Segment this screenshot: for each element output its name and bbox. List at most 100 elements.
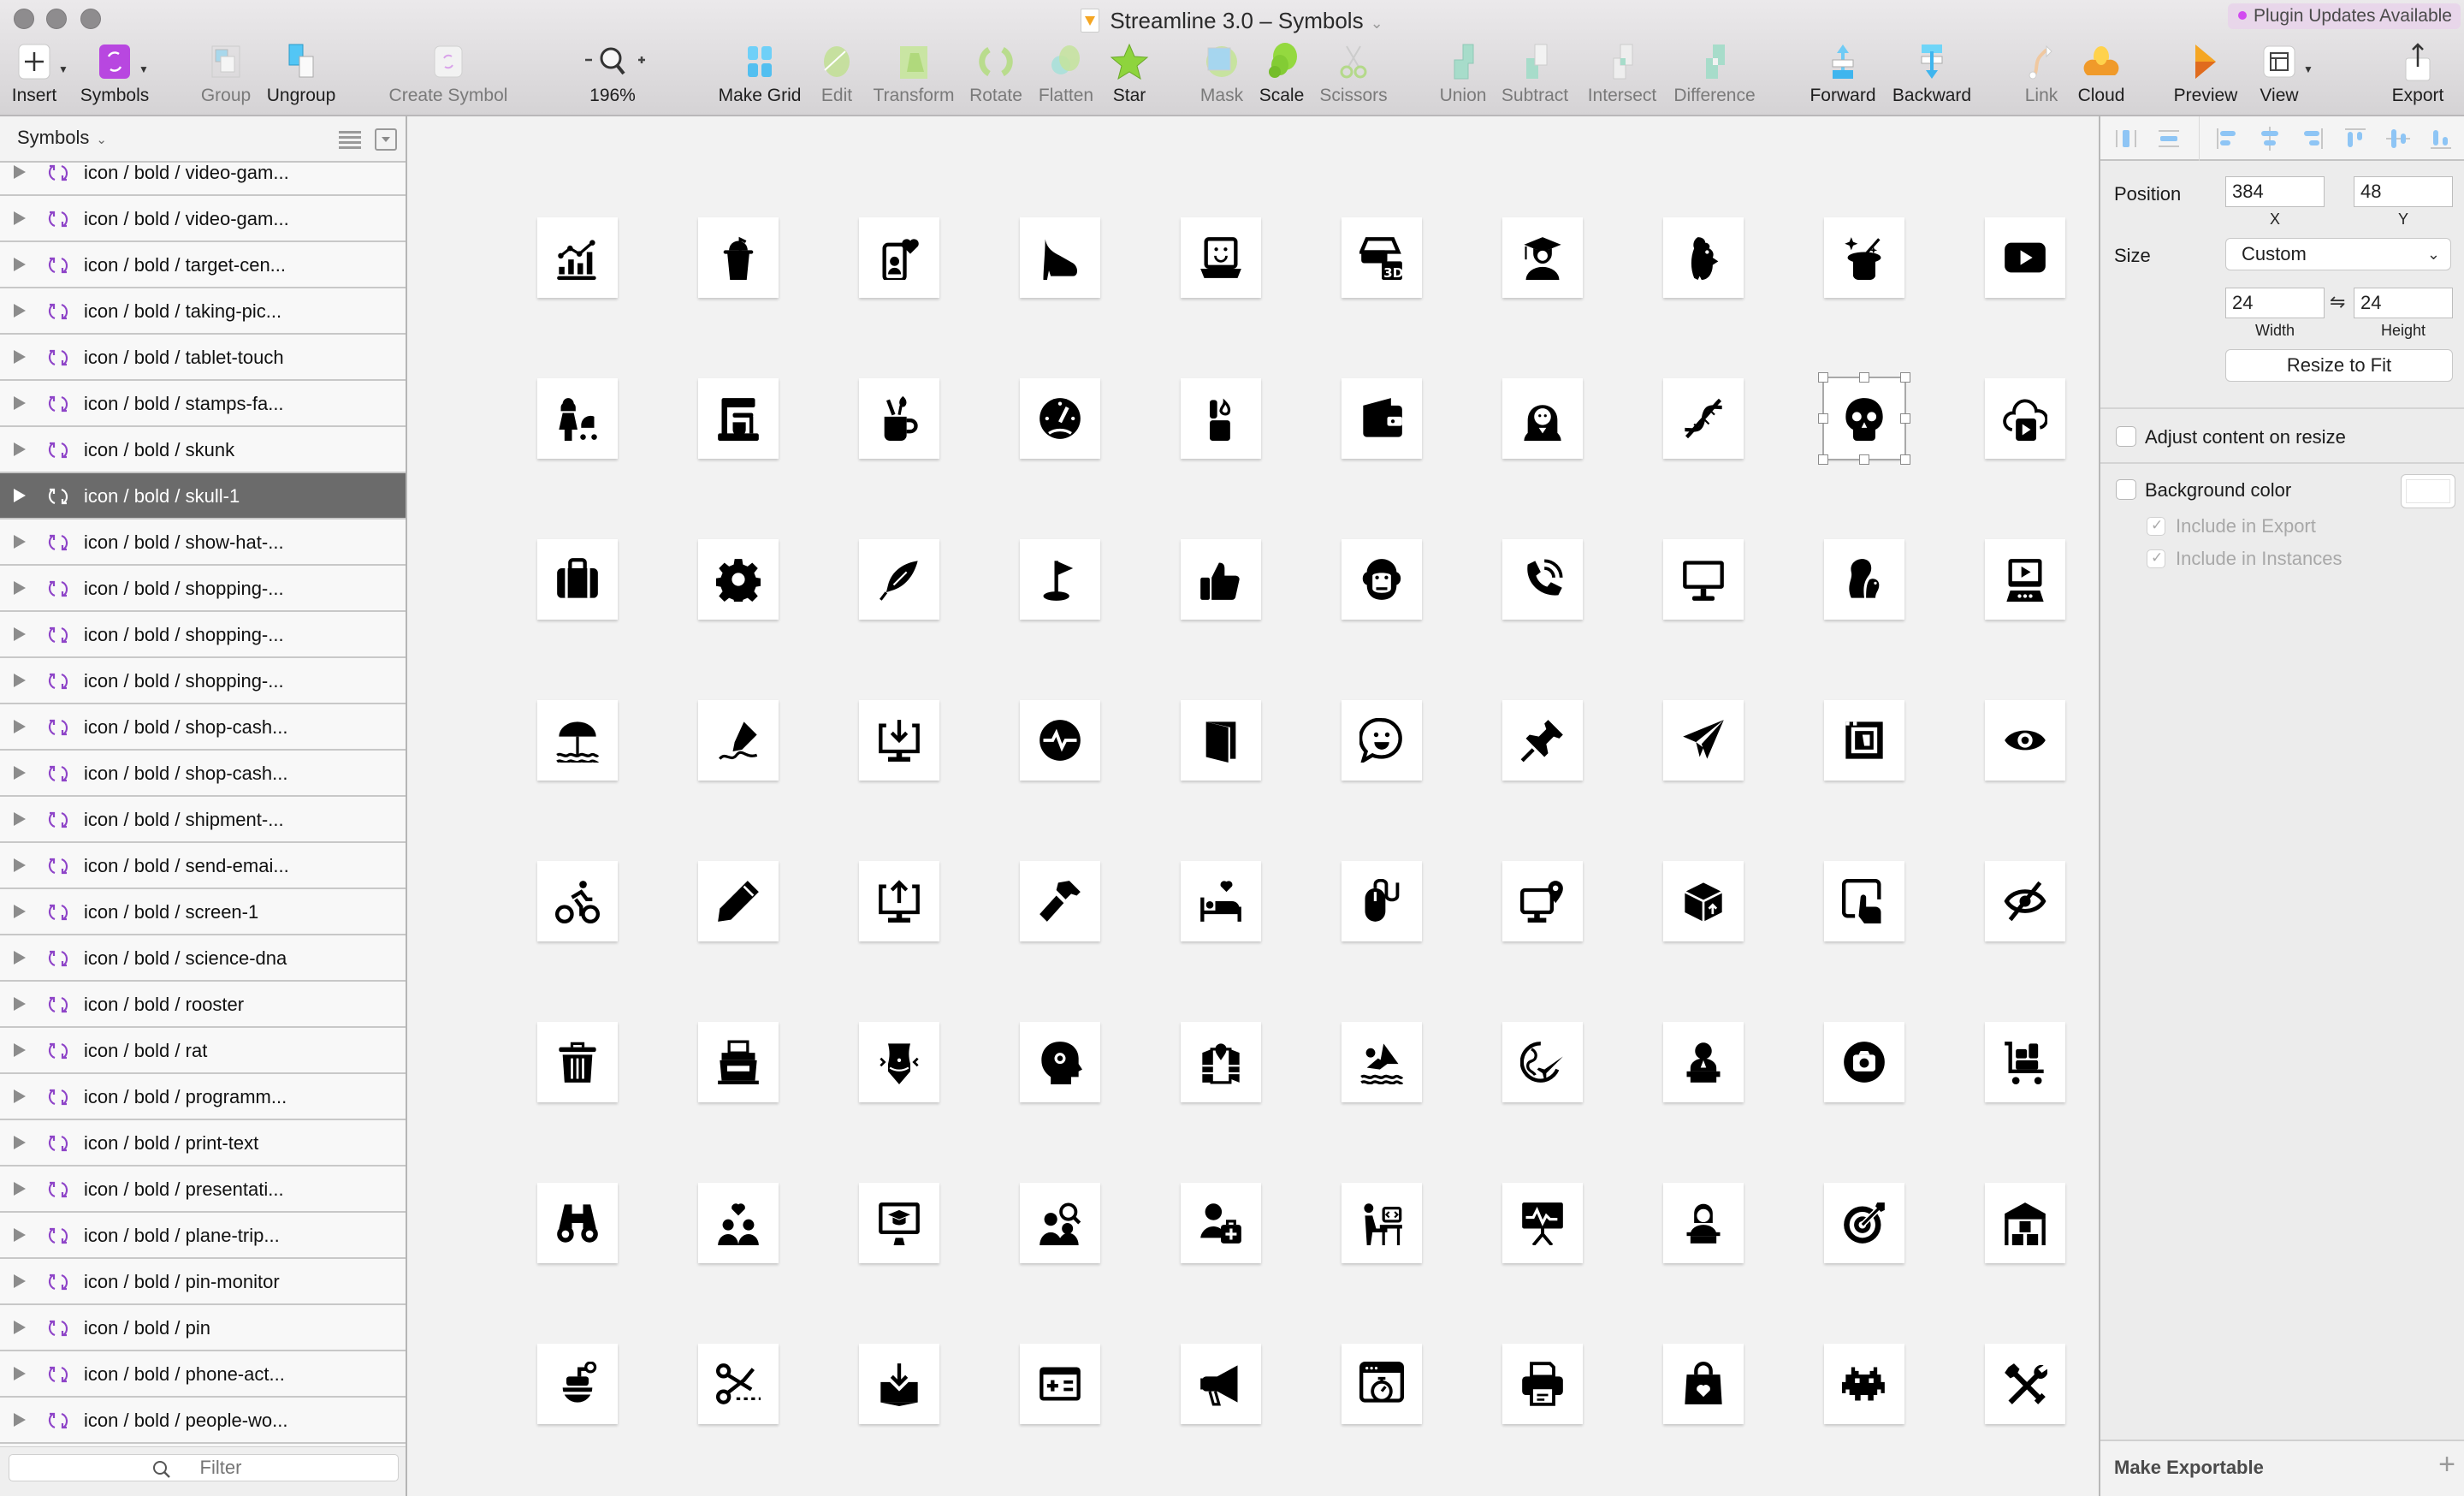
star-button[interactable]: Star bbox=[1087, 38, 1172, 113]
symbol-list-item[interactable]: icon / bold / pin bbox=[0, 1305, 406, 1351]
distribute-vertical-icon[interactable] bbox=[2157, 127, 2181, 151]
symbol-artboard[interactable] bbox=[537, 1022, 618, 1102]
symbol-list-item[interactable]: icon / bold / rat bbox=[0, 1028, 406, 1074]
ungroup-button[interactable]: Ungroup bbox=[258, 38, 344, 113]
symbol-artboard[interactable] bbox=[698, 217, 779, 298]
subtract-button[interactable]: Subtract bbox=[1492, 38, 1578, 113]
symbol-artboard[interactable] bbox=[1181, 1344, 1261, 1424]
symbol-artboard[interactable] bbox=[698, 539, 779, 620]
disclosure-triangle-icon[interactable] bbox=[14, 1182, 26, 1196]
symbol-artboard[interactable] bbox=[1985, 700, 2065, 781]
make-grid-button[interactable]: Make Grid bbox=[717, 38, 803, 113]
symbol-artboard[interactable] bbox=[537, 861, 618, 941]
create-symbol-button[interactable]: Create Symbol bbox=[389, 38, 507, 113]
symbol-artboard[interactable] bbox=[1824, 539, 1904, 620]
filter-input[interactable] bbox=[9, 1454, 399, 1481]
symbol-list-item[interactable]: icon / bold / tablet-touch bbox=[0, 335, 406, 381]
disclosure-triangle-icon[interactable] bbox=[14, 535, 26, 549]
disclosure-triangle-icon[interactable] bbox=[14, 720, 26, 733]
symbol-artboard[interactable] bbox=[1181, 1183, 1261, 1263]
symbol-artboard[interactable] bbox=[1985, 217, 2065, 298]
disclosure-triangle-icon[interactable] bbox=[14, 858, 26, 872]
include-in-instances-checkbox[interactable] bbox=[2147, 549, 2165, 568]
symbol-list-item[interactable]: icon / bold / skull-1 bbox=[0, 473, 406, 519]
lock-proportions-icon[interactable]: ⇋ bbox=[2330, 291, 2345, 313]
align-center-horizontal-icon[interactable] bbox=[2258, 127, 2282, 151]
symbol-list-item[interactable]: icon / bold / video-gam... bbox=[0, 163, 406, 196]
symbol-artboard[interactable] bbox=[1824, 700, 1904, 781]
symbol-artboard[interactable] bbox=[1020, 378, 1100, 459]
disclosure-triangle-icon[interactable] bbox=[14, 396, 26, 410]
symbol-artboard[interactable] bbox=[1342, 1344, 1422, 1424]
position-x-input[interactable] bbox=[2225, 176, 2325, 207]
preview-button[interactable]: Preview bbox=[2163, 38, 2248, 113]
symbol-artboard[interactable] bbox=[1342, 700, 1422, 781]
disclosure-triangle-icon[interactable] bbox=[14, 1413, 26, 1427]
symbol-artboard[interactable] bbox=[1985, 1344, 2065, 1424]
disclosure-triangle-icon[interactable] bbox=[14, 905, 26, 918]
symbol-list-item[interactable]: icon / bold / people-wo... bbox=[0, 1398, 406, 1444]
symbol-artboard[interactable] bbox=[859, 1344, 939, 1424]
align-right-icon[interactable] bbox=[2301, 127, 2325, 151]
symbol-list-item[interactable]: icon / bold / shopping-... bbox=[0, 658, 406, 704]
symbol-artboard[interactable] bbox=[859, 217, 939, 298]
symbol-list-item[interactable]: icon / bold / programm... bbox=[0, 1074, 406, 1120]
symbol-artboard[interactable] bbox=[698, 700, 779, 781]
align-left-icon[interactable] bbox=[2215, 127, 2239, 151]
symbol-artboard[interactable] bbox=[537, 1344, 618, 1424]
symbol-list-item[interactable]: icon / bold / taking-pic... bbox=[0, 288, 406, 335]
align-top-icon[interactable] bbox=[2343, 127, 2367, 151]
transform-button[interactable]: Transform bbox=[871, 38, 957, 113]
symbol-list-item[interactable]: icon / bold / presentati... bbox=[0, 1167, 406, 1213]
disclosure-triangle-icon[interactable] bbox=[14, 1367, 26, 1380]
disclosure-triangle-icon[interactable] bbox=[14, 627, 26, 641]
distribute-horizontal-icon[interactable] bbox=[2114, 127, 2138, 151]
resize-handle[interactable] bbox=[1859, 372, 1869, 383]
resize-handle[interactable] bbox=[1818, 454, 1828, 465]
symbol-artboard[interactable] bbox=[1663, 1183, 1744, 1263]
disclosure-triangle-icon[interactable] bbox=[14, 812, 26, 826]
symbol-artboard[interactable] bbox=[698, 861, 779, 941]
close-window-button[interactable] bbox=[14, 9, 34, 29]
collapse-groups-icon[interactable] bbox=[375, 128, 397, 151]
disclosure-triangle-icon[interactable] bbox=[14, 442, 26, 456]
background-color-swatch[interactable] bbox=[2401, 474, 2455, 508]
disclosure-triangle-icon[interactable] bbox=[14, 489, 26, 502]
resize-handle[interactable] bbox=[1900, 454, 1910, 465]
symbol-list-item[interactable]: icon / bold / shopping-... bbox=[0, 566, 406, 612]
symbol-artboard[interactable] bbox=[537, 700, 618, 781]
disclosure-triangle-icon[interactable] bbox=[14, 674, 26, 687]
symbol-artboard[interactable] bbox=[859, 861, 939, 941]
resize-handle[interactable] bbox=[1900, 413, 1910, 424]
symbol-artboard[interactable] bbox=[1342, 378, 1422, 459]
symbol-artboard[interactable] bbox=[1824, 1344, 1904, 1424]
symbol-artboard[interactable] bbox=[1181, 539, 1261, 620]
zoom-button[interactable]: 196% bbox=[570, 38, 655, 113]
symbol-artboard[interactable] bbox=[859, 1183, 939, 1263]
resize-handle[interactable] bbox=[1818, 413, 1828, 424]
backward-button[interactable]: Backward bbox=[1889, 38, 1975, 113]
position-y-input[interactable] bbox=[2354, 176, 2453, 207]
symbol-list-item[interactable]: icon / bold / plane-trip... bbox=[0, 1213, 406, 1259]
chevron-down-icon[interactable]: ⌄ bbox=[1371, 15, 1383, 32]
symbol-artboard[interactable] bbox=[1663, 861, 1744, 941]
symbol-artboard[interactable] bbox=[859, 700, 939, 781]
scissors-button[interactable]: Scissors bbox=[1311, 38, 1396, 113]
disclosure-triangle-icon[interactable] bbox=[14, 165, 26, 179]
symbol-artboard[interactable] bbox=[1985, 861, 2065, 941]
disclosure-triangle-icon[interactable] bbox=[14, 1043, 26, 1057]
symbol-artboard[interactable] bbox=[1020, 1344, 1100, 1424]
disclosure-triangle-icon[interactable] bbox=[14, 304, 26, 318]
symbol-artboard[interactable] bbox=[1663, 217, 1744, 298]
symbol-artboard[interactable] bbox=[1663, 1022, 1744, 1102]
page-selector[interactable]: Symbols ⌄ bbox=[17, 127, 107, 149]
disclosure-triangle-icon[interactable] bbox=[14, 1321, 26, 1334]
symbol-artboard[interactable] bbox=[1985, 539, 2065, 620]
symbol-artboard[interactable] bbox=[1502, 700, 1583, 781]
symbol-artboard[interactable] bbox=[1818, 372, 1910, 465]
symbol-list-item[interactable]: icon / bold / send-emai... bbox=[0, 843, 406, 889]
symbol-artboard[interactable] bbox=[1824, 861, 1904, 941]
symbol-list-item[interactable]: icon / bold / stamps-fa... bbox=[0, 381, 406, 427]
disclosure-triangle-icon[interactable] bbox=[14, 997, 26, 1011]
disclosure-triangle-icon[interactable] bbox=[14, 951, 26, 965]
